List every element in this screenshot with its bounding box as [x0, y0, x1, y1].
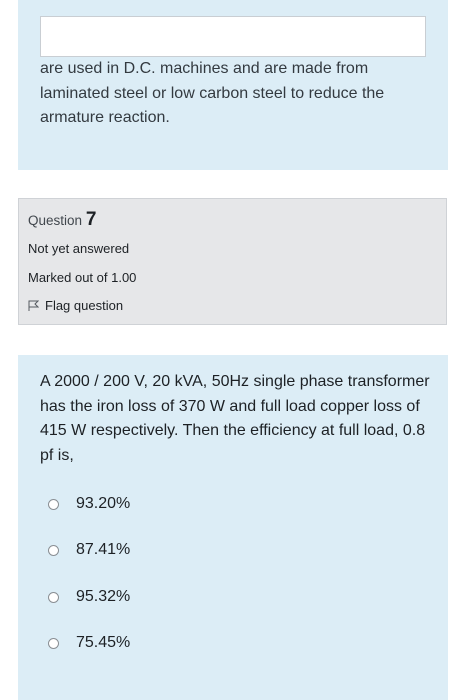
radio-button[interactable] — [48, 591, 59, 603]
question-status: Not yet answered — [28, 241, 130, 256]
question-label: Question — [28, 213, 83, 228]
flag-icon — [28, 300, 39, 311]
answer-option-label: 87.41% — [76, 541, 131, 558]
flag-question-button[interactable]: Flag question — [28, 298, 123, 313]
answer-input[interactable] — [40, 16, 426, 57]
answer-option[interactable]: 95.32% — [48, 588, 130, 606]
radio-button[interactable] — [48, 544, 59, 556]
question-info-panel: Question 7 Not yet answered Marked out o… — [18, 198, 447, 325]
answer-option[interactable]: 87.41% — [48, 541, 130, 559]
previous-question-text: are used in D.C. machines and are made f… — [40, 60, 385, 126]
answer-option-label: 93.20% — [76, 495, 131, 512]
question-marks: Marked out of 1.00 — [28, 270, 137, 285]
question-text: A 2000 / 200 V, 20 kVA, 50Hz single phas… — [40, 373, 430, 464]
question-number-label: Question 7 — [28, 209, 96, 231]
answer-option[interactable]: 75.45% — [48, 634, 130, 652]
flag-question-label: Flag question — [45, 298, 124, 313]
radio-button[interactable] — [48, 498, 59, 510]
question-number: 7 — [85, 209, 97, 230]
answer-option-label: 75.45% — [76, 634, 131, 651]
radio-button[interactable] — [48, 637, 59, 649]
answer-option-label: 95.32% — [76, 588, 131, 605]
answer-option[interactable]: 93.20% — [48, 495, 130, 513]
